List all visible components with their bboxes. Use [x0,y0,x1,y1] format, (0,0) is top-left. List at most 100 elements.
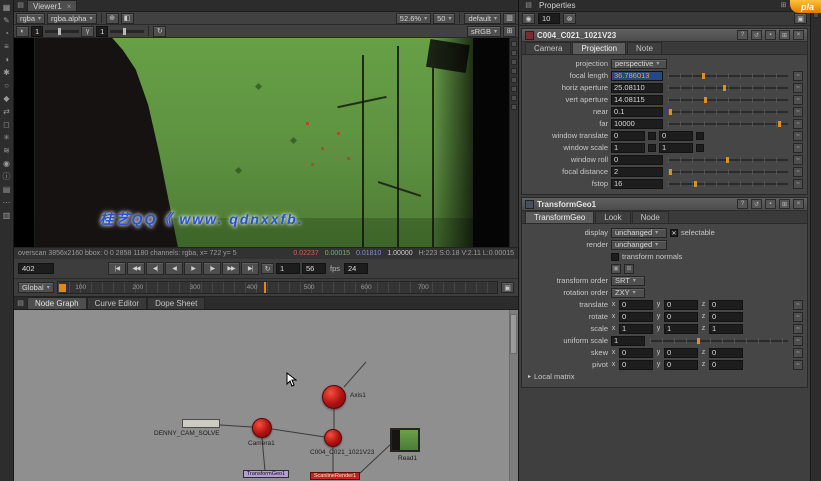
tab-transformgeo[interactable]: TransformGeo [525,211,594,223]
fstop-slider[interactable] [668,180,788,188]
fast-reverse-button[interactable]: ◀◀ [127,262,145,275]
viewer-side-button[interactable] [511,41,517,47]
transformgeo-panel-titlebar[interactable]: TransformGeo1 ? ↺ ▪ ⊞ × [522,198,807,211]
tab-note[interactable]: Note [627,42,662,54]
center-icon[interactable]: ▪ [765,199,776,209]
fstop-field[interactable]: 16 [611,179,663,189]
rows-icon[interactable]: ▥ [503,13,516,24]
help-icon[interactable]: ? [737,30,748,40]
node-scanline-render[interactable]: ScanlineRender1 [310,472,360,480]
node-axis1[interactable] [322,385,346,409]
deep-tools-icon[interactable]: ≋ [1,145,13,156]
slider-marker[interactable] [723,85,726,91]
far-field[interactable]: 10000 [611,119,663,129]
other-tools-icon[interactable]: ⋯ [1,197,13,208]
frame-range-mode-dropdown[interactable]: Global [18,282,54,293]
animation-menu-icon[interactable]: ≈ [793,131,803,141]
help-icon[interactable]: ? [737,199,748,209]
node-camera1[interactable] [252,418,272,438]
tab-node[interactable]: Node [632,211,669,223]
slider-marker[interactable] [669,169,672,175]
swatch-icon[interactable]: ◧ [121,13,134,24]
animation-menu-icon[interactable]: ≈ [793,155,803,165]
animation-menu-icon[interactable]: ≈ [793,95,803,105]
image-tools-icon[interactable]: ▦ [1,2,13,13]
window-scale-u-checkbox[interactable] [648,144,656,152]
node-graph-canvas[interactable]: DENNY_CAM_SOLVE Camera1 Axis1 C004_C021_… [14,310,518,481]
slider-marker[interactable] [778,121,781,127]
uniform-scale-field[interactable]: 1 [611,336,645,346]
node-read1[interactable] [390,428,420,452]
window-translate-v-field[interactable]: 0 [659,131,693,141]
window-scale-u-field[interactable]: 1 [611,143,645,153]
transform-order-dropdown[interactable]: SRT [611,276,645,286]
tab-curve-editor[interactable]: Curve Editor [87,297,147,309]
pivot-x-field[interactable]: 0 [619,360,653,370]
current-frame-field[interactable]: 402 [18,263,54,274]
animation-menu-icon[interactable]: ≈ [793,71,803,81]
animation-menu-icon[interactable]: ≈ [793,119,803,129]
window-scale-v-checkbox[interactable] [696,144,704,152]
particles-tools-icon[interactable]: ✳ [1,132,13,143]
axis-gizmo-icon[interactable]: ⊞ [624,264,634,274]
animation-menu-icon[interactable]: ≈ [793,179,803,189]
pane-menu-icon[interactable]: ▤ [14,0,27,11]
grid-icon[interactable]: ▣ [794,13,807,24]
rotate-z-field[interactable]: 0 [709,312,743,322]
near-field[interactable]: 0.1 [611,107,663,117]
range-start-field[interactable]: 1 [276,263,300,274]
node-graph-scrollbar[interactable] [509,310,518,481]
tab-dope-sheet[interactable]: Dope Sheet [147,297,205,309]
display-dropdown[interactable]: unchanged [611,228,667,238]
all-plugins-icon[interactable]: ▥ [1,210,13,221]
gamma-slider[interactable] [110,30,144,33]
play-button[interactable]: ▶ [184,262,202,275]
gamma-slider-handle[interactable] [123,28,126,35]
node-color-chip[interactable] [525,200,534,209]
viewer-side-button[interactable] [511,68,517,74]
transform-tools-icon[interactable]: ⇄ [1,106,13,117]
vert-aperture-slider[interactable] [668,96,788,104]
animation-menu-icon[interactable]: ≈ [793,167,803,177]
viewer-image[interactable]: 桂艺QQ《 www. qdnxxfb. [14,38,518,247]
translate-y-field[interactable]: 0 [664,300,698,310]
window-translate-v-checkbox[interactable] [696,132,704,140]
render-dropdown[interactable]: unchanged [611,240,667,250]
scale-z-field[interactable]: 1 [709,324,743,334]
node-tracker[interactable] [182,419,220,428]
animation-menu-icon[interactable]: ≈ [793,336,803,346]
animation-menu-icon[interactable]: ≈ [793,312,803,322]
range-end-field[interactable]: 56 [302,263,326,274]
center-icon[interactable]: ▪ [765,30,776,40]
rotate-x-field[interactable]: 0 [619,312,653,322]
metadata-tools-icon[interactable]: ⓘ [1,171,13,182]
horiz-aperture-slider[interactable] [668,84,788,92]
channel-tools-icon[interactable]: ≡ [1,41,13,52]
translate-x-field[interactable]: 0 [619,300,653,310]
viewer-side-button[interactable] [511,95,517,101]
undo-icon[interactable]: ↺ [751,199,762,209]
scrollbar-thumb[interactable] [510,314,517,354]
slider-marker[interactable] [697,338,700,344]
expand-icon[interactable]: ⊞ [503,26,516,37]
collapse-triangle-icon[interactable]: ▸ [528,373,531,380]
gain-slider-handle[interactable] [58,28,61,35]
3d-tools-icon[interactable]: ◻ [1,119,13,130]
first-frame-button[interactable]: |◀ [108,262,126,275]
slider-marker[interactable] [669,109,672,115]
camera-panel-titlebar[interactable]: C004_C021_1021V23 ? ↺ ▪ ⊞ × [522,29,807,42]
zoom-dropdown[interactable]: 52.6% [396,13,431,24]
selectable-checkbox[interactable]: ✕ [670,229,678,237]
skew-y-field[interactable]: 0 [664,348,698,358]
transform-normals-checkbox[interactable] [611,253,619,261]
loop-mode-icon[interactable]: ↻ [261,263,274,274]
tab-node-graph[interactable]: Node Graph [27,297,87,309]
timeline-options-icon[interactable]: ▣ [501,282,514,293]
window-translate-u-field[interactable]: 0 [611,131,645,141]
skew-z-field[interactable]: 0 [709,348,743,358]
viewer-lut-dropdown[interactable]: sRGB [467,26,501,37]
skew-x-field[interactable]: 0 [619,348,653,358]
tab-look[interactable]: Look [595,211,630,223]
gain-field[interactable]: 1 [31,26,43,37]
focal-length-slider[interactable] [668,72,788,80]
